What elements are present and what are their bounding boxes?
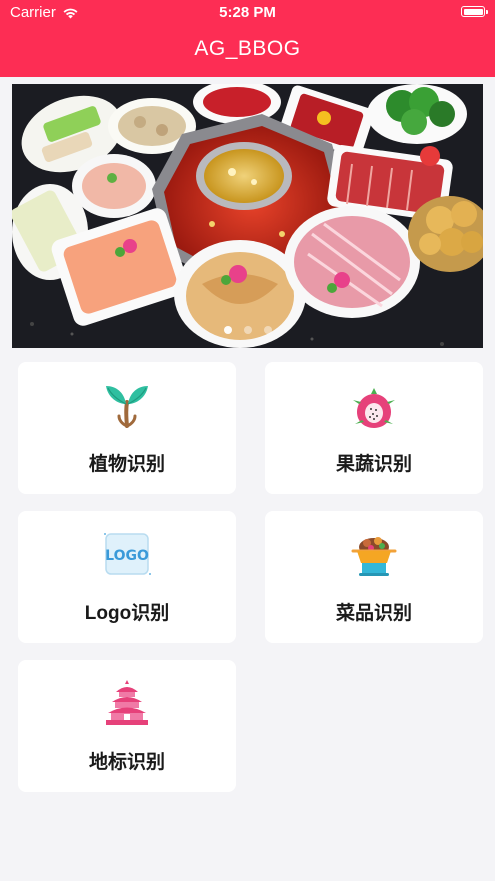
carousel-dot[interactable] [223,326,232,334]
card-label: 菜品识别 [335,603,412,624]
card-label: 地标识别 [88,752,165,773]
plant-sprout-icon [106,386,148,428]
card-landmark-recognition[interactable]: 地标识别 [18,660,236,792]
carousel-indicator [12,326,483,334]
app-header: Carrier 5:28 PM AG_BBOG [0,0,495,77]
card-label: 植物识别 [88,454,165,475]
card-label: 果蔬识别 [335,454,412,475]
card-label: Logo识别 [84,603,170,624]
banner-food-image [12,84,483,348]
card-fruit-vegetable-recognition[interactable]: 果蔬识别 [265,362,483,494]
card-logo-recognition[interactable]: LOGO Logo识别 [18,511,236,643]
status-bar: Carrier 5:28 PM [0,0,495,26]
carousel-dot[interactable] [243,326,252,334]
carousel-dot[interactable] [263,326,272,334]
temple-landmark-icon [106,680,148,725]
page-title: AG_BBOG [194,37,301,60]
banner-carousel[interactable] [12,84,483,348]
battery-icon [461,6,488,17]
logo-badge-icon: LOGO [104,533,151,575]
svg-text:LOGO: LOGO [105,548,149,564]
card-dish-recognition[interactable]: 菜品识别 [265,511,483,643]
hot-pot-dish-icon [351,537,397,576]
dragon-fruit-icon [353,388,395,428]
clock: 5:28 PM [219,4,276,21]
card-plant-recognition[interactable]: 植物识别 [18,362,236,494]
